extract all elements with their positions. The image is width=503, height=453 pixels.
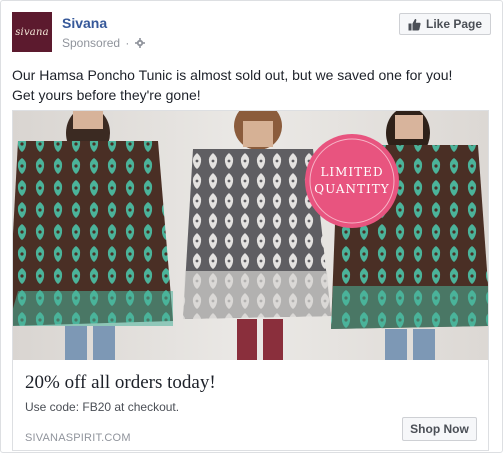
badge-line-1: LIMITED xyxy=(320,165,383,179)
thumbs-up-icon xyxy=(408,18,421,31)
post-header: sivana Sivana Sponsored · Like Page xyxy=(12,12,491,54)
sponsored-post-card: sivana Sivana Sponsored · Like Page Our … xyxy=(0,0,503,453)
ad-attachment[interactable]: LIMITED QUANTITY 20% off all orders toda… xyxy=(12,110,489,451)
page-name-link[interactable]: Sivana xyxy=(62,15,107,31)
ad-description: Use code: FB20 at checkout. xyxy=(25,400,180,414)
post-message: Our Hamsa Poncho Tunic is almost sold ou… xyxy=(12,65,492,105)
limited-quantity-badge: LIMITED QUANTITY xyxy=(305,134,399,228)
post-message-line-1: Our Hamsa Poncho Tunic is almost sold ou… xyxy=(12,67,453,83)
badge-line-2: QUANTITY xyxy=(314,182,389,196)
sponsored-label[interactable]: Sponsored xyxy=(62,36,120,50)
sponsored-separator: · xyxy=(125,36,130,50)
gear-icon[interactable] xyxy=(134,37,145,48)
post-message-line-2: Get yours before they're gone! xyxy=(12,87,201,103)
ad-footer: 20% off all orders today! Use code: FB20… xyxy=(13,360,488,450)
ad-domain[interactable]: SIVANASPIRIT.COM xyxy=(25,432,131,444)
avatar-logo-text: sivana xyxy=(15,26,49,38)
page-avatar[interactable]: sivana xyxy=(12,12,52,52)
shop-now-button[interactable]: Shop Now xyxy=(402,417,477,441)
like-page-button[interactable]: Like Page xyxy=(399,13,491,35)
like-page-label: Like Page xyxy=(425,17,483,31)
ad-headline[interactable]: 20% off all orders today! xyxy=(25,372,216,394)
product-photo[interactable]: LIMITED QUANTITY xyxy=(13,111,488,360)
sponsored-line: Sponsored · xyxy=(62,36,145,50)
